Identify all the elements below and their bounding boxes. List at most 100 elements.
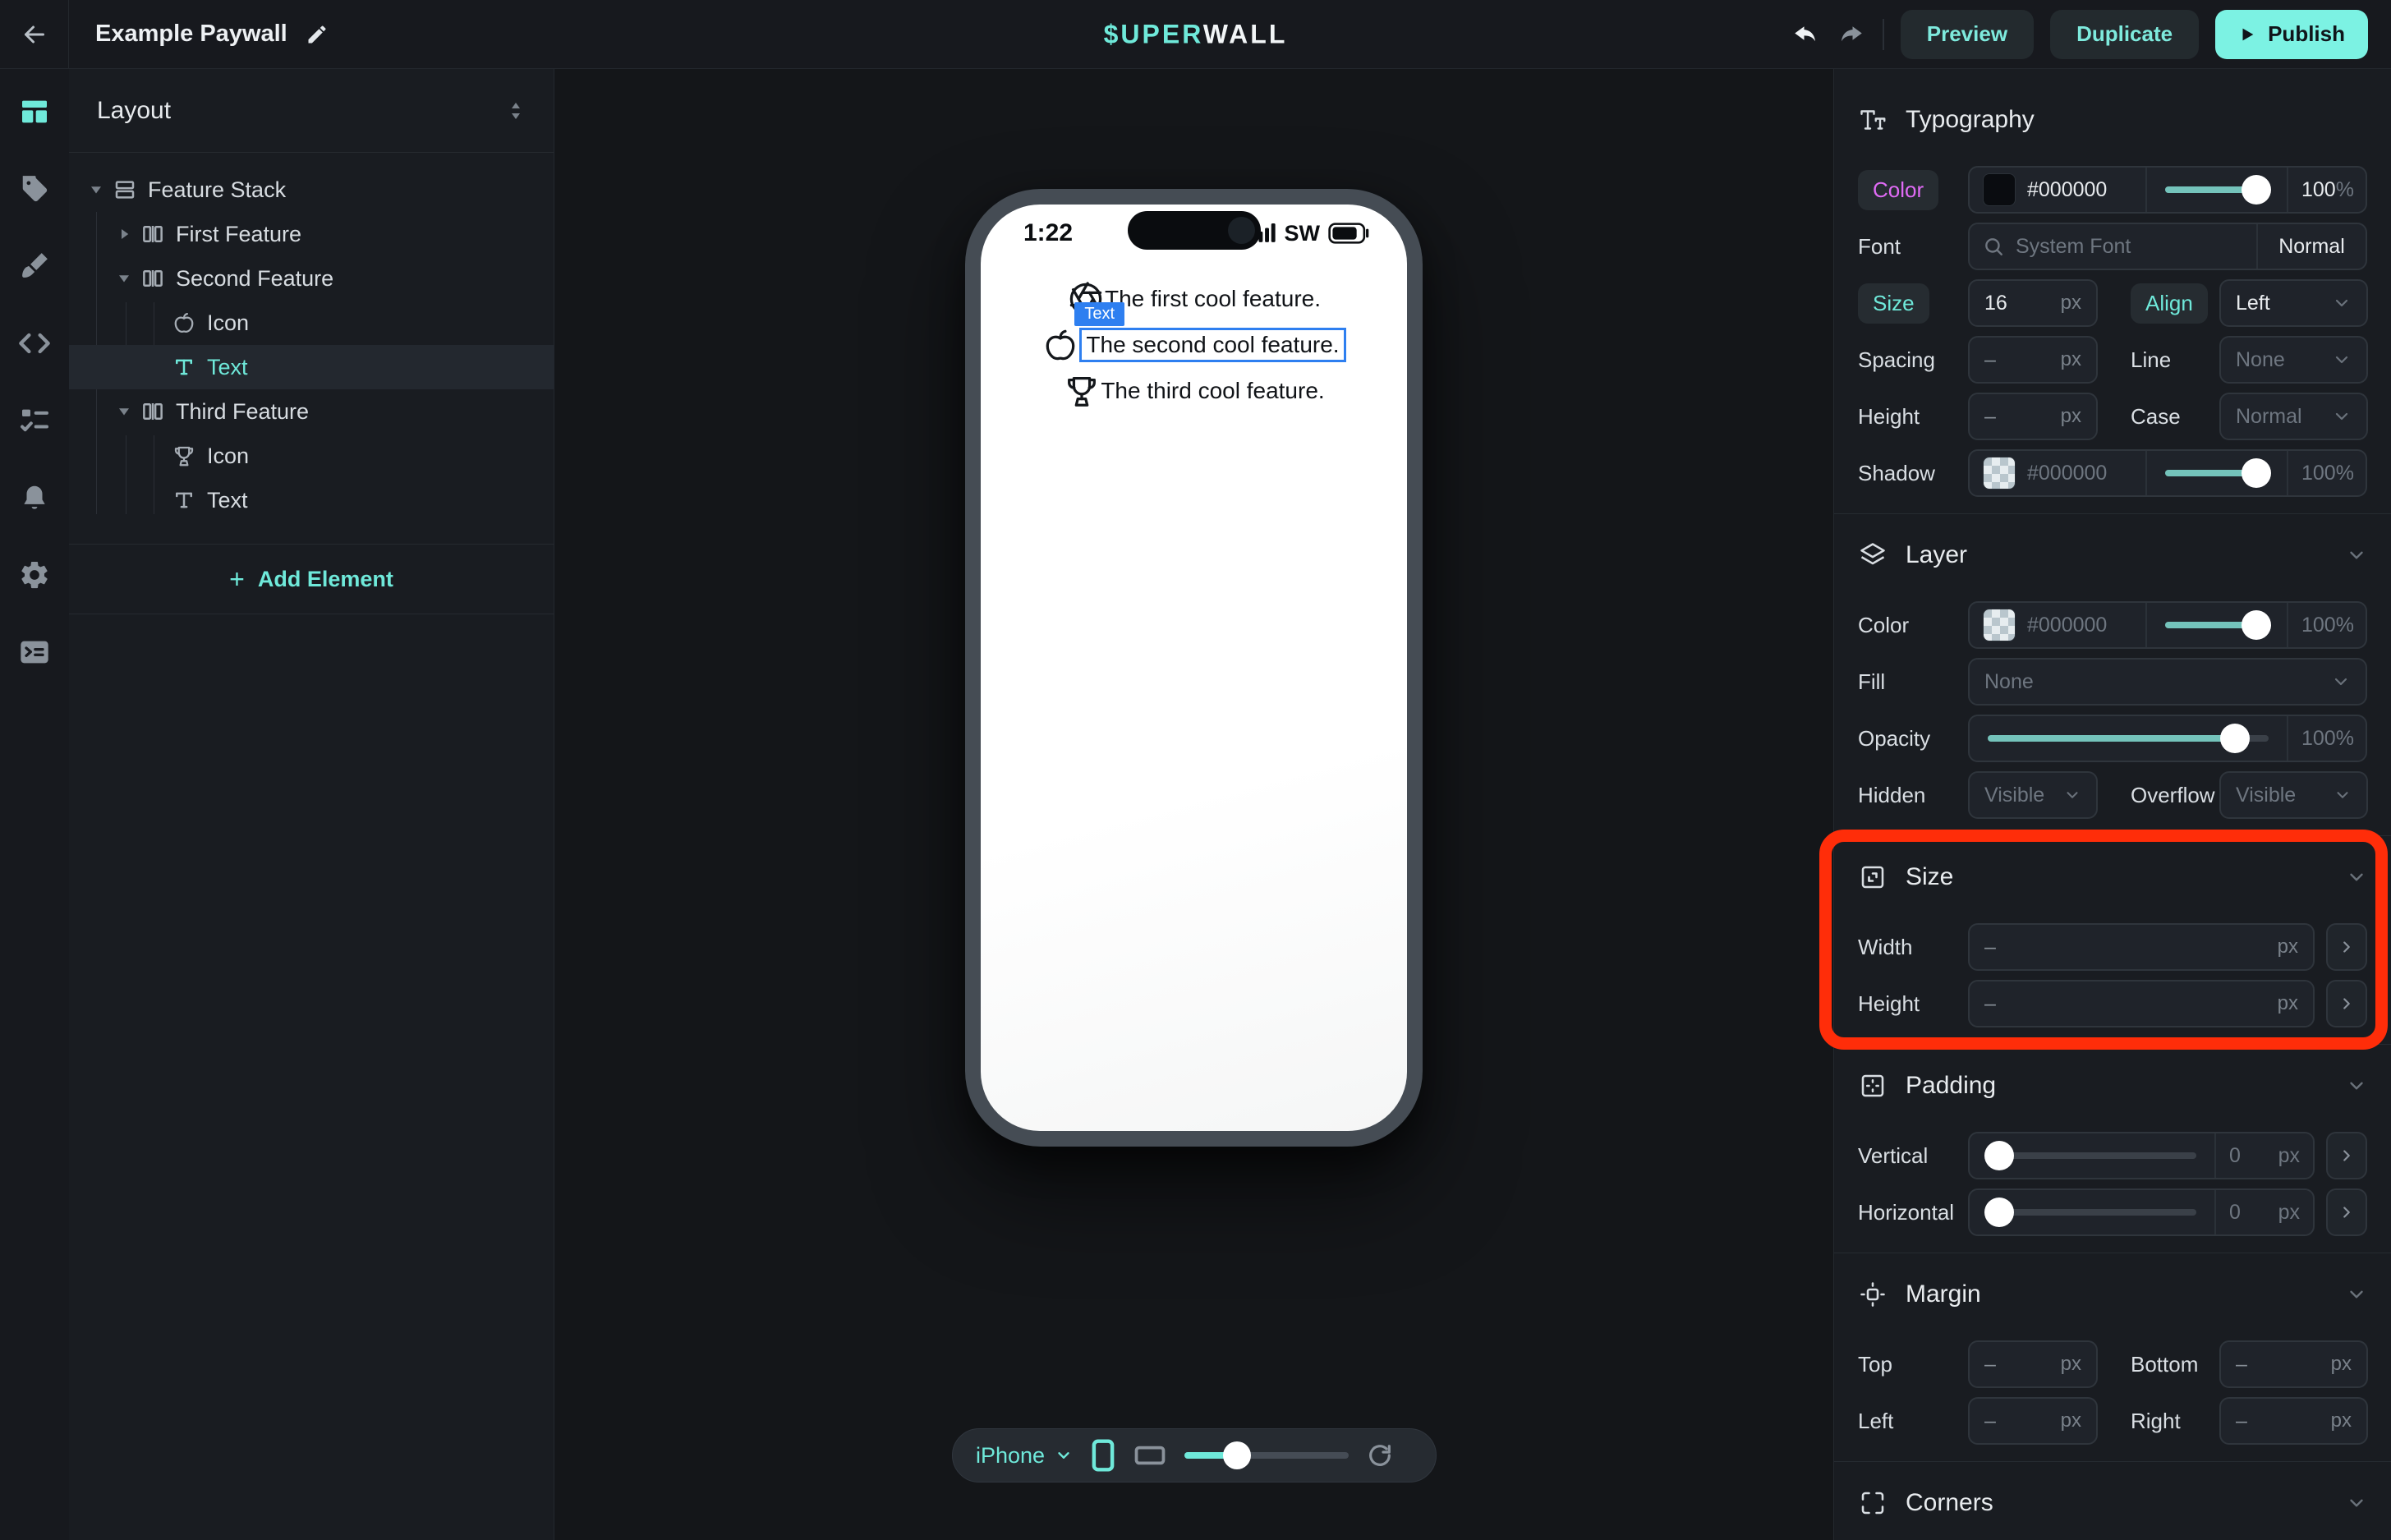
width-expand-button[interactable] (2326, 923, 2367, 971)
chevron-down-icon[interactable] (2346, 1492, 2367, 1514)
rail-bell-icon[interactable] (16, 480, 53, 516)
layer-color-hex[interactable]: #000000 (2027, 614, 2107, 637)
line-height-input[interactable]: –px (1968, 393, 2098, 440)
landscape-icon[interactable] (1133, 1443, 1166, 1468)
font-weight-select[interactable]: Normal (2256, 224, 2366, 269)
feature-text[interactable]: The third cool feature. (1101, 378, 1324, 404)
back-button[interactable] (0, 0, 69, 69)
vertical-padding-value[interactable]: 0px (2214, 1133, 2313, 1178)
zoom-slider-thumb[interactable] (1223, 1441, 1251, 1469)
duplicate-button[interactable]: Duplicate (2050, 10, 2199, 59)
chevron-down-icon (2331, 672, 2351, 692)
layer-color-opacity-value[interactable]: 100% (2287, 603, 2366, 647)
margin-top-input[interactable]: –px (1968, 1340, 2098, 1388)
width-input[interactable]: –px (1968, 923, 2315, 971)
rail-settings-icon[interactable] (16, 557, 53, 593)
margin-left-input[interactable]: –px (1968, 1397, 2098, 1445)
tree-item-third-feature[interactable]: Third Feature (69, 389, 554, 434)
section-title: Size (1906, 863, 1953, 891)
tree-item-feature-stack[interactable]: Feature Stack (69, 168, 554, 212)
layout-sort-icon[interactable] (506, 100, 526, 122)
horizontal-padding-value[interactable]: 0px (2214, 1190, 2313, 1234)
expand-arrow-icon[interactable] (85, 182, 107, 197)
rail-checklist-icon[interactable] (16, 402, 53, 439)
hidden-select[interactable]: Visible (1968, 771, 2098, 819)
feature-text[interactable]: The first cool feature. (1105, 286, 1321, 312)
tree-item-text-selected[interactable]: Text (69, 345, 554, 389)
columns-icon (140, 398, 166, 425)
refresh-icon[interactable] (1367, 1442, 1393, 1469)
color-opacity-slider[interactable] (2145, 168, 2287, 212)
horizontal-padding-slider[interactable] (1970, 1190, 2214, 1234)
rail-layout-icon[interactable] (16, 94, 53, 130)
shadow-hex-value[interactable]: #000000 (2027, 462, 2107, 485)
add-element-button[interactable]: + Add Element (69, 544, 554, 614)
zoom-slider[interactable] (1184, 1452, 1349, 1459)
phone-screen[interactable]: 1:22 SW The first cool feature. Text The… (981, 205, 1407, 1131)
undo-icon[interactable] (1791, 20, 1820, 49)
vertical-padding-expand-button[interactable] (2326, 1132, 2367, 1179)
text-icon (171, 354, 197, 380)
shadow-opacity-slider[interactable] (2145, 451, 2287, 495)
color-label[interactable]: Color (1858, 170, 1938, 210)
redo-icon[interactable] (1837, 20, 1866, 49)
feature-row-3[interactable]: The third cool feature. (981, 372, 1407, 410)
section-title: Padding (1906, 1072, 1996, 1100)
tree-item-text[interactable]: Text (69, 478, 554, 522)
tree-item-second-feature[interactable]: Second Feature (69, 256, 554, 301)
rail-terminal-icon[interactable] (16, 634, 53, 670)
shadow-opacity-value[interactable]: 100% (2287, 451, 2366, 495)
status-time: 1:22 (1023, 219, 1073, 247)
device-select[interactable]: iPhone (976, 1443, 1073, 1469)
line-select[interactable]: None (2219, 336, 2368, 384)
color-hex-value[interactable]: #000000 (2027, 178, 2107, 202)
height-input[interactable]: –px (1968, 980, 2315, 1027)
opacity-value[interactable]: 100% (2287, 716, 2366, 761)
tree-item-icon-apple[interactable]: Icon (69, 301, 554, 345)
feature-row-2[interactable]: Text The second cool feature. (981, 326, 1407, 364)
collapse-arrow-icon[interactable] (113, 227, 135, 241)
rail-tag-icon[interactable] (16, 171, 53, 207)
align-label[interactable]: Align (2131, 283, 2208, 324)
feature-text-selected[interactable]: Text The second cool feature. (1079, 328, 1345, 362)
color-swatch[interactable] (1983, 173, 2016, 206)
letter-spacing-input[interactable]: –px (1968, 336, 2098, 384)
margin-bottom-input[interactable]: –px (2219, 1340, 2368, 1388)
chevron-down-icon[interactable] (2346, 545, 2367, 566)
layer-color-swatch-field[interactable]: #000000 (1970, 603, 2145, 647)
chevron-down-icon[interactable] (2346, 867, 2367, 888)
chevron-down-icon[interactable] (2346, 1075, 2367, 1096)
font-size-label[interactable]: Size (1858, 283, 1929, 324)
tree-item-icon-trophy[interactable]: Icon (69, 434, 554, 478)
portrait-icon[interactable] (1091, 1438, 1115, 1473)
height-expand-button[interactable] (2326, 980, 2367, 1027)
font-search-field[interactable]: System Font (1970, 224, 2256, 269)
align-select[interactable]: Left (2219, 279, 2368, 327)
rail-paintbrush-icon[interactable] (16, 248, 53, 284)
color-swatch-field[interactable]: #000000 (1970, 168, 2145, 212)
shadow-swatch[interactable] (1983, 457, 2016, 490)
layer-color-swatch[interactable] (1983, 609, 2016, 641)
opacity-slider[interactable] (1970, 716, 2287, 761)
color-opacity-value[interactable]: 100% (2287, 168, 2366, 212)
vertical-padding-slider[interactable] (1970, 1133, 2214, 1178)
canvas[interactable]: 1:22 SW The first cool feature. Text The… (554, 69, 1833, 1540)
fill-select[interactable]: None (1968, 658, 2367, 706)
preview-button[interactable]: Preview (1901, 10, 2034, 59)
overflow-select[interactable]: Visible (2219, 771, 2368, 819)
layer-color-opacity-slider[interactable] (2145, 603, 2287, 647)
case-select[interactable]: Normal (2219, 393, 2368, 440)
tree-item-first-feature[interactable]: First Feature (69, 212, 554, 256)
horizontal-padding-expand-button[interactable] (2326, 1188, 2367, 1236)
expand-arrow-icon[interactable] (113, 271, 135, 286)
publish-button[interactable]: Publish (2215, 10, 2368, 59)
edit-pencil-icon[interactable] (306, 23, 329, 46)
font-size-input[interactable]: 16px (1968, 279, 2098, 327)
feature-row-1[interactable]: The first cool feature. (981, 280, 1407, 318)
chevron-down-icon[interactable] (2346, 1284, 2367, 1305)
expand-arrow-icon[interactable] (113, 404, 135, 419)
margin-right-input[interactable]: –px (2219, 1397, 2368, 1445)
shadow-swatch-field[interactable]: #000000 (1970, 451, 2145, 495)
rail-code-icon[interactable] (16, 325, 53, 361)
section-title: Corners (1906, 1489, 1993, 1517)
